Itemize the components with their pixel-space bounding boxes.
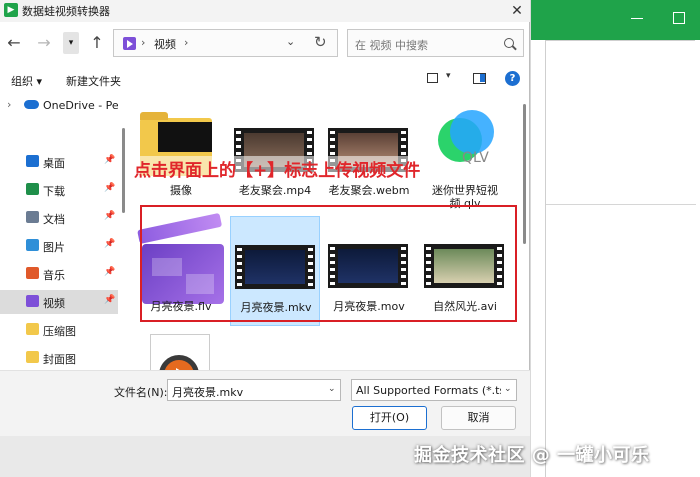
sidebar-item[interactable]: 封面图 (0, 346, 118, 370)
sidebar-scrollbar[interactable] (122, 128, 125, 213)
sidebar-item[interactable]: 桌面 📌 (0, 150, 118, 174)
recent-locations-chevron-icon[interactable]: ▾ (63, 32, 79, 54)
background-app-titlebar (531, 0, 700, 40)
background-app-window (530, 0, 700, 477)
video-thumbnail: QLV (424, 104, 504, 184)
sidebar-item-icon (26, 267, 39, 279)
organize-menu[interactable]: 组织 ▾ (11, 73, 42, 89)
search-placeholder: 在 视频 中搜索 (355, 39, 428, 52)
sidebar-item-label: 压缩图 (43, 325, 76, 338)
new-folder-button[interactable]: 新建文件夹 (66, 73, 121, 89)
search-icon[interactable] (504, 38, 514, 48)
sidebar-item-label: 音乐 (43, 269, 65, 282)
forward-arrow-icon[interactable]: → (33, 32, 55, 54)
breadcrumb-separator: › (141, 36, 146, 49)
play-icon (159, 355, 199, 370)
cloud-icon (24, 100, 39, 109)
breadcrumb-current[interactable]: 视频 (154, 36, 176, 52)
file-type-value[interactable]: All Supported Formats (*.ts;* (356, 384, 501, 397)
tutorial-annotation: 点击界面上的【+】标志上传视频文件 (134, 156, 421, 181)
back-arrow-icon[interactable]: ← (3, 32, 25, 54)
video-thumbnail (140, 328, 220, 370)
sidebar-item[interactable]: 音乐 📌 (0, 262, 118, 286)
sidebar-item-label: 桌面 (43, 157, 65, 170)
sidebar-item[interactable]: 视频 📌 (0, 290, 118, 314)
sidebar-item-label: 下载 (43, 185, 65, 198)
pin-icon[interactable]: 📌 (104, 211, 115, 221)
filename-field[interactable]: 月亮夜景.mkv ⌄ (167, 379, 341, 401)
pin-icon[interactable]: 📌 (104, 267, 115, 277)
file-item[interactable]: 老友聚会.webm (324, 100, 414, 210)
view-options-icon[interactable] (427, 73, 438, 83)
sidebar-item-label: 封面图 (43, 353, 76, 366)
file-type-select[interactable]: All Supported Formats (*.ts;* ⌄ (351, 379, 517, 401)
video-library-icon (123, 37, 136, 50)
sidebar-item[interactable]: 下载 📌 (0, 178, 118, 202)
address-dropdown-icon[interactable]: ⌄ (286, 35, 295, 48)
file-item[interactable] (136, 324, 226, 370)
open-button[interactable]: 打开(O) (352, 406, 427, 430)
pin-icon[interactable]: 📌 (104, 295, 115, 305)
search-input[interactable]: 在 视频 中搜索 (347, 29, 524, 57)
sidebar-item-icon (26, 155, 39, 167)
file-type-dropdown-icon[interactable]: ⌄ (504, 384, 512, 394)
sidebar-item[interactable]: 图片 📌 (0, 234, 118, 258)
titlebar: ▶ 数据蛙视频转换器 ✕ (0, 0, 530, 22)
maximize-icon[interactable] (673, 12, 685, 24)
breadcrumb-separator[interactable]: › (184, 36, 188, 49)
sidebar-item-label: 图片 (43, 241, 65, 254)
file-item[interactable]: 老友聚会.mp4 (230, 100, 320, 210)
folder-preview (158, 122, 212, 152)
cancel-button[interactable]: 取消 (441, 406, 516, 430)
sidebar-item[interactable]: 文档 📌 (0, 206, 118, 230)
pin-icon[interactable]: 📌 (104, 155, 115, 165)
divider (546, 204, 696, 205)
sidebar-item-icon (26, 239, 39, 251)
address-bar[interactable]: › 视频 › ⌄ ↻ (113, 29, 338, 57)
sidebar-item-icon (26, 183, 39, 195)
sidebar-item-label: 视频 (43, 297, 65, 310)
file-name: 摄像 (170, 184, 192, 197)
pin-icon[interactable]: 📌 (104, 183, 115, 193)
file-name: 老友聚会.webm (328, 184, 410, 197)
window-title: 数据蛙视频转换器 (22, 5, 110, 18)
highlight-box (140, 205, 517, 322)
file-item[interactable]: QLV 迷你世界短视频.qlv (420, 100, 510, 210)
sidebar-item-icon (26, 295, 39, 307)
logo-shape (450, 110, 494, 154)
filename-dropdown-icon[interactable]: ⌄ (328, 384, 336, 394)
media-player-icon (150, 334, 210, 370)
filename-value[interactable]: 月亮夜景.mkv (172, 384, 243, 400)
sidebar-item-onedrive[interactable]: › OneDrive - Per (0, 94, 118, 118)
up-arrow-icon[interactable]: ↑ (86, 32, 108, 54)
app-icon: ▶ (4, 3, 18, 17)
close-icon[interactable]: ✕ (506, 0, 528, 22)
file-item[interactable]: 摄像 (136, 100, 226, 210)
file-dialog-footer: 文件名(N): 月亮夜景.mkv ⌄ All Supported Formats… (0, 370, 530, 436)
sidebar-item[interactable]: 压缩图 (0, 318, 118, 342)
expand-chevron-icon[interactable]: › (7, 98, 11, 111)
minimize-icon[interactable] (631, 18, 643, 19)
file-list-scrollbar[interactable] (523, 104, 526, 244)
preview-pane-icon[interactable] (473, 73, 486, 84)
refresh-icon[interactable]: ↻ (314, 33, 327, 51)
sidebar-item-icon (26, 323, 39, 335)
navigation-pane: › OneDrive - Per 桌面 📌 下载 📌 文档 📌 图片 📌 音乐 📌 视频 📌 压缩图封面… (0, 92, 118, 370)
file-type-badge: QLV (462, 150, 489, 166)
background-app-panel (545, 40, 696, 477)
sidebar-item-label: 文档 (43, 213, 65, 226)
sidebar-item-icon (26, 351, 39, 363)
pin-icon[interactable]: 📌 (104, 239, 115, 249)
navigation-bar: ← → ▾ ↑ › 视频 › ⌄ ↻ 在 视频 中搜索 (0, 24, 530, 64)
sidebar-item-icon (26, 211, 39, 223)
filename-label: 文件名(N): (114, 386, 168, 399)
toolbar: 组织 ▾ 新建文件夹 ▾ ? (0, 66, 530, 92)
sidebar-item-label: OneDrive - Per (43, 99, 118, 112)
watermark: 掘金技术社区 @ 一罐小可乐 (414, 445, 650, 466)
help-icon[interactable]: ? (505, 71, 520, 86)
file-name: 老友聚会.mp4 (238, 184, 312, 197)
view-dropdown-icon[interactable]: ▾ (446, 71, 451, 81)
